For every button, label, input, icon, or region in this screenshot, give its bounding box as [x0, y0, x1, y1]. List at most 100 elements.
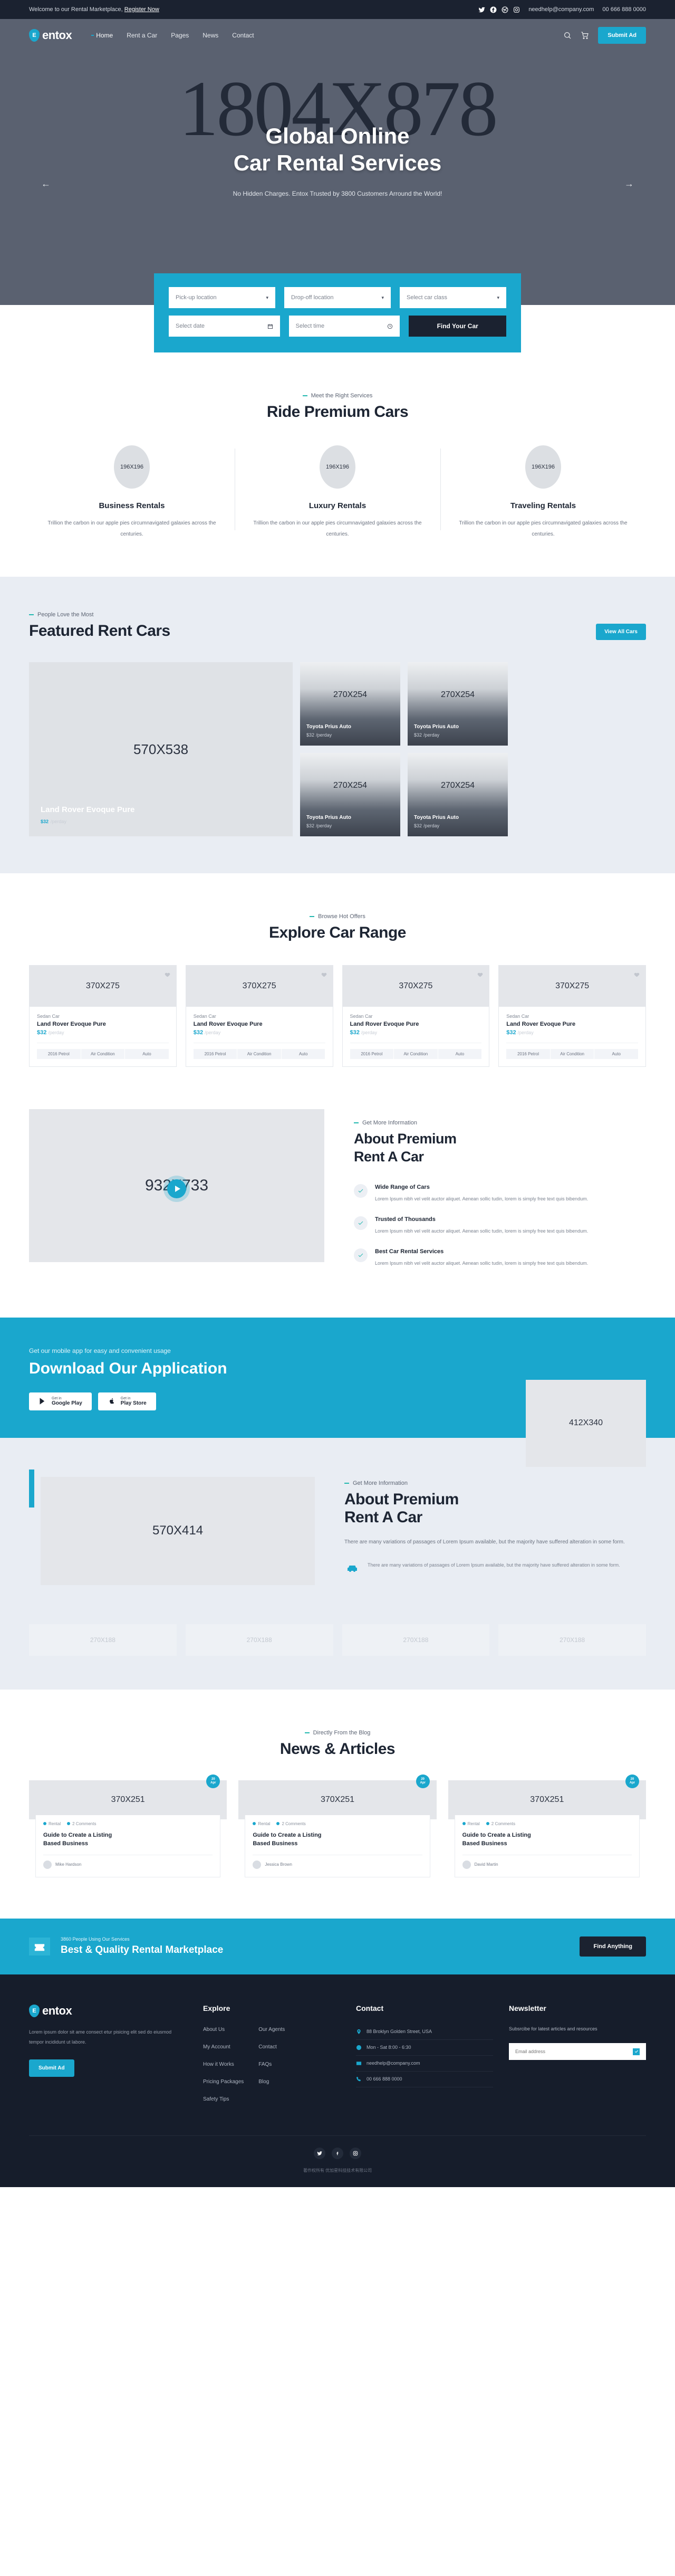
site-logo[interactable]: E entox — [29, 28, 72, 42]
price-unit: /perday — [423, 732, 440, 738]
footer-link-item: My Account — [203, 2041, 244, 2051]
footer-link[interactable]: Pricing Packages — [203, 2079, 244, 2085]
price-value: $32 — [41, 819, 49, 824]
footer-explore-title: Explore — [203, 2003, 230, 2012]
price-unit: /perday — [316, 823, 332, 828]
footer-link[interactable]: How it Works — [203, 2062, 234, 2067]
footer-link[interactable]: About Us — [203, 2027, 225, 2033]
submit-ad-button[interactable]: Submit Ad — [598, 27, 646, 44]
footer-logo[interactable]: E entox — [29, 2004, 187, 2018]
footer-instagram-icon[interactable] — [350, 2147, 361, 2159]
featured-car-small[interactable]: 270X254 Toyota Prius Auto $32 /perday — [300, 662, 400, 746]
featured-eyebrow: People Love the Most — [29, 612, 93, 618]
about-title-line2: Rent A Car — [354, 1148, 424, 1165]
instagram-icon[interactable] — [513, 6, 520, 13]
footer-contact-item[interactable]: Mon - Sat 8:00 - 6:30 — [356, 2040, 493, 2056]
heart-icon[interactable] — [633, 971, 640, 978]
topbar-phone[interactable]: 00 666 888 0000 — [602, 6, 646, 13]
featured-car-small[interactable]: 270X254 Toyota Prius Auto $32 /perday — [300, 753, 400, 836]
car-card-category: Sedan Car — [37, 1014, 60, 1019]
footer-submit-ad-button[interactable]: Submit Ad — [29, 2059, 74, 2077]
car-card[interactable]: 370X275 Sedan Car Land Rover Evoque Pure… — [498, 965, 646, 1067]
service-card[interactable]: 196X196 Traveling Rentals Trillion the c… — [440, 445, 646, 540]
register-now-link[interactable]: Register Now — [124, 6, 159, 13]
service-description: Trillion the carbon in our apple pies ci… — [253, 520, 422, 537]
twitter-icon[interactable] — [478, 6, 485, 13]
footer-logo-text: entox — [42, 2003, 72, 2017]
car-card[interactable]: 370X275 Sedan Car Land Rover Evoque Pure… — [342, 965, 490, 1067]
blog-post-card[interactable]: 370X251 20 Apr Rental 2 Comments Guide to… — [238, 1774, 437, 1882]
featured-small-title: Toyota Prius Auto — [306, 815, 351, 820]
nav-item-home[interactable]: Home — [91, 32, 113, 39]
featured-car-small[interactable]: 270X254 Toyota Prius Auto $32 /perday — [408, 753, 508, 836]
blog-post-card[interactable]: 370X251 20 Apr Rental 2 Comments Guide to… — [29, 1774, 227, 1882]
logo-text: entox — [42, 28, 72, 42]
featured-car-large[interactable]: 570X538 Land Rover Evoque Pure $32 /perd… — [29, 662, 293, 836]
facebook-icon[interactable] — [490, 6, 497, 13]
footer-twitter-icon[interactable] — [314, 2147, 325, 2159]
footer-link[interactable]: Safety Tips — [203, 2096, 229, 2102]
nav-item-rent-a-car[interactable]: Rent a Car — [127, 32, 157, 39]
play-button-icon[interactable] — [167, 1179, 186, 1198]
nav-item-contact[interactable]: Contact — [232, 32, 254, 39]
nav-item-pages[interactable]: Pages — [171, 32, 189, 39]
price-value: $32 — [306, 732, 315, 738]
hero-prev-arrow[interactable]: ← — [41, 178, 51, 189]
footer-link[interactable]: Contact — [258, 2044, 276, 2050]
footer-contact-item[interactable]: needhelp@company.com — [356, 2056, 493, 2072]
google-play-button[interactable]: Get in Google Play — [29, 1392, 92, 1410]
footer-contact-item[interactable]: 00 666 888 0000 — [356, 2072, 493, 2087]
about-video-thumbnail[interactable]: 932X733 — [29, 1109, 324, 1262]
newsletter-form[interactable] — [509, 2043, 646, 2060]
featured-car-small[interactable]: 270X254 Toyota Prius Auto $32 /perday — [408, 662, 508, 746]
footer-link[interactable]: Blog — [258, 2079, 269, 2085]
find-your-car-button[interactable]: Find Your Car — [409, 316, 507, 337]
footer-explore-list-2: Our Agents Contact FAQs Blog — [258, 2024, 285, 2111]
pickup-location-select[interactable]: Pick-up location ▾ — [169, 287, 275, 308]
nav-item-news[interactable]: News — [202, 32, 218, 39]
footer-link[interactable]: Our Agents — [258, 2027, 285, 2033]
heart-icon[interactable] — [477, 971, 484, 978]
heart-icon[interactable] — [321, 971, 327, 978]
dribbble-icon[interactable] — [502, 6, 508, 13]
cta-title: Best & Quality Rental Marketplace — [61, 1944, 224, 1955]
newsletter-submit-button[interactable] — [633, 2048, 640, 2055]
dropoff-location-select[interactable]: Drop-off location ▾ — [284, 287, 391, 308]
hero-next-arrow[interactable]: → — [624, 178, 634, 189]
brand-logos-strip: 270X188 270X188 270X188 270X188 — [0, 1624, 675, 1690]
topbar-email[interactable]: needhelp@company.com — [528, 6, 594, 13]
news-eyebrow: Directly From the Blog — [305, 1730, 371, 1736]
car-card[interactable]: 370X275 Sedan Car Land Rover Evoque Pure… — [29, 965, 177, 1067]
search-icon[interactable] — [563, 31, 572, 40]
about-section: 932X733 Get More Information About Premi… — [0, 1104, 675, 1318]
about2-title-line2: Rent A Car — [344, 1508, 422, 1526]
newsletter-email-input[interactable] — [515, 2049, 615, 2055]
time-input[interactable]: Select time — [288, 316, 400, 337]
heart-icon[interactable] — [164, 971, 171, 978]
car-card-price: $32 /perday — [193, 1029, 221, 1036]
cart-icon[interactable] — [581, 31, 589, 40]
explore-eyebrow: Browse Hot Offers — [310, 913, 365, 920]
footer-facebook-icon[interactable] — [332, 2147, 343, 2159]
featured-small-placeholder: 270X254 — [333, 781, 368, 790]
featured-small-title: Toyota Prius Auto — [306, 724, 351, 730]
date-label: Select date — [176, 323, 205, 329]
blog-post-meta: Rental 2 Comments — [462, 1821, 632, 1826]
play-store-button[interactable]: Get in Play Store — [98, 1392, 156, 1410]
service-image: 196X196 — [114, 445, 150, 489]
service-card[interactable]: 196X196 Business Rentals Trillion the ca… — [29, 445, 235, 540]
footer-link[interactable]: FAQs — [258, 2062, 272, 2067]
car-class-select[interactable]: Select car class ▾ — [400, 287, 506, 308]
service-card[interactable]: 196X196 Luxury Rentals Trillion the carb… — [235, 445, 440, 540]
time-label: Select time — [295, 323, 325, 329]
find-anything-button[interactable]: Find Anything — [580, 1936, 646, 1957]
footer-contact-item[interactable]: 88 Broklyn Golden Street, USA — [356, 2024, 493, 2040]
view-all-cars-button[interactable]: View All Cars — [596, 624, 646, 640]
blog-post-meta: Rental 2 Comments — [253, 1821, 422, 1826]
blog-post-card[interactable]: 370X251 20 Apr Rental 2 Comments Guide to… — [448, 1774, 646, 1882]
date-input[interactable]: Select date — [169, 316, 280, 337]
about-feature-title: Trusted of Thousands — [375, 1216, 436, 1223]
footer-link[interactable]: My Account — [203, 2044, 230, 2050]
car-card[interactable]: 370X275 Sedan Car Land Rover Evoque Pure… — [185, 965, 333, 1067]
featured-small-placeholder: 270X254 — [333, 690, 368, 699]
